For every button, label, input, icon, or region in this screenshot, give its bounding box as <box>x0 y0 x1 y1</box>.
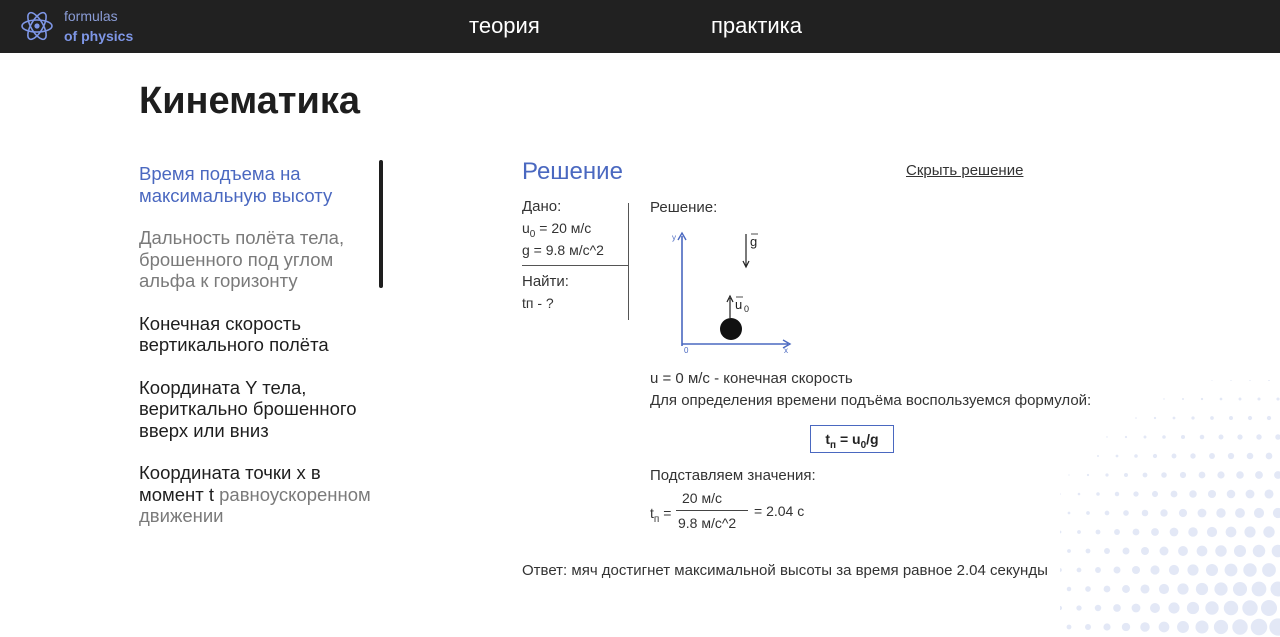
sidebar-item-max-height-time[interactable]: Время подъема на максимальную высоту <box>139 163 374 206</box>
final-speed-line: u = 0 м/с - конечная скорость <box>650 370 853 387</box>
velocity-sub: 0 <box>744 304 749 314</box>
given-title: Дано: <box>522 198 562 215</box>
page-title: Кинематика <box>139 80 361 122</box>
given-gravity: g = 9.8 м/с^2 <box>522 242 604 258</box>
logo-text-line2: of physics <box>64 28 134 44</box>
given-initial-velocity: u0 = 20 м/с <box>522 220 592 240</box>
top-header: formulas of physics теория практика <box>0 0 1280 53</box>
nav-theory[interactable]: теория <box>469 13 540 39</box>
sidebar-scrollbar[interactable] <box>379 160 383 288</box>
formula-box: tп = u0/g <box>810 425 894 453</box>
answer-line: Ответ: мяч достигнет максимальной высоты… <box>522 562 1048 579</box>
sidebar-item-flight-range[interactable]: Дальность полёта тела, брошенного под уг… <box>139 227 374 292</box>
given-divider-vertical <box>628 203 629 320</box>
atom-icon <box>21 11 53 41</box>
fraction-lhs: tп = <box>650 505 672 525</box>
velocity-label: u <box>735 297 742 312</box>
ball <box>720 318 742 340</box>
topic-sidebar: Время подъема на максимальную высоту Дал… <box>139 163 374 548</box>
calculation-fraction: tп = 20 м/с 9.8 м/с^2 = 2.04 с <box>650 488 850 538</box>
x-axis-label: x <box>784 346 788 355</box>
origin-label: 0 <box>684 346 689 355</box>
dot-pattern-decoration <box>1060 380 1280 636</box>
sidebar-item-x-coordinate[interactable]: Координата точки x в момент t равноускор… <box>139 462 374 527</box>
hide-solution-link[interactable]: Скрыть решение <box>906 162 1023 179</box>
y-axis-label: y <box>672 233 676 242</box>
nav-practice[interactable]: практика <box>711 13 802 39</box>
find-value: tп - ? <box>522 295 554 311</box>
gravity-label: g <box>750 234 757 249</box>
formula-intro-line: Для определения времени подъёма воспольз… <box>650 392 1092 409</box>
logo-text-line1: formulas <box>64 8 118 24</box>
logo[interactable]: formulas of physics <box>20 8 150 48</box>
given-divider-horizontal <box>522 265 628 266</box>
substitute-line: Подставляем значения: <box>650 467 816 484</box>
motion-diagram: y x 0 g u 0 <box>672 231 792 355</box>
solution-heading: Решение <box>522 158 623 185</box>
fraction-bar <box>676 510 748 511</box>
sidebar-item-final-velocity[interactable]: Конечная скорость вертикального полёта <box>139 313 374 356</box>
sidebar-item-y-coordinate[interactable]: Координата Y тела, вериткально брошенног… <box>139 377 374 442</box>
fraction-denominator: 9.8 м/с^2 <box>678 515 737 531</box>
solution-label: Решение: <box>650 199 718 216</box>
find-title: Найти: <box>522 273 569 290</box>
fraction-result: = 2.04 с <box>754 503 805 519</box>
fraction-numerator: 20 м/с <box>682 490 722 506</box>
